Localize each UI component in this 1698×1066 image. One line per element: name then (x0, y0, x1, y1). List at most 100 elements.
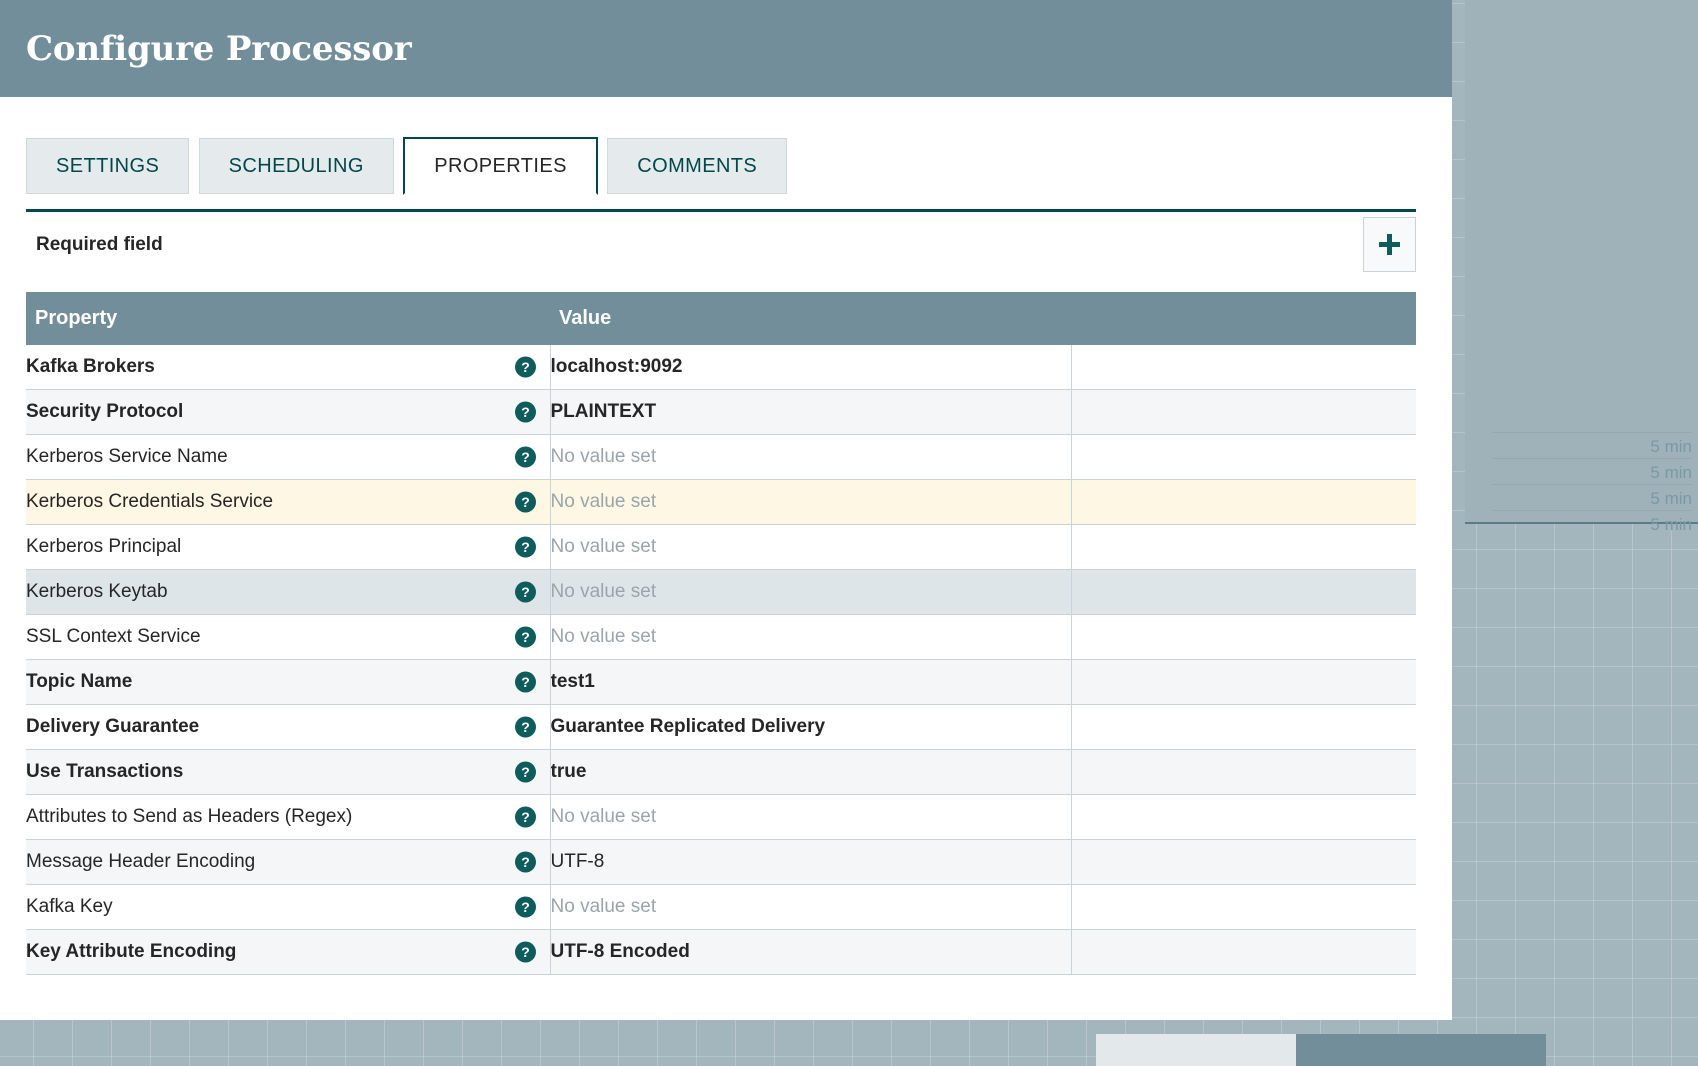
property-name-cell[interactable]: Kerberos Principal? (26, 524, 551, 570)
property-value-cell[interactable]: PLAINTEXT (550, 389, 1072, 435)
property-value-cell[interactable]: No value set (550, 614, 1072, 660)
svg-text:?: ? (521, 719, 530, 735)
plus-icon (1377, 232, 1402, 257)
help-circle-icon[interactable]: ? (514, 491, 536, 513)
property-value: No value set (550, 491, 657, 512)
property-label: Kafka Key (26, 896, 113, 917)
column-header-value[interactable]: Value (550, 292, 1071, 345)
table-row[interactable]: Attributes to Send as Headers (Regex)? No… (26, 794, 1416, 840)
help-circle-icon[interactable]: ? (514, 896, 536, 918)
tab-strip: SETTINGS SCHEDULING PROPERTIES COMMENTS (0, 137, 1452, 212)
property-label: Attributes to Send as Headers (Regex) (26, 806, 353, 827)
property-name-cell[interactable]: SSL Context Service? (26, 614, 551, 660)
property-name-cell[interactable]: Kafka Key? (26, 884, 551, 930)
property-actions-cell[interactable] (1071, 524, 1416, 570)
table-row[interactable]: Kerberos Service Name? No value set (26, 434, 1416, 480)
table-row[interactable]: Kafka Brokers? localhost:9092 (26, 345, 1416, 390)
add-property-button[interactable] (1363, 217, 1416, 272)
property-name-cell[interactable]: Use Transactions? (26, 749, 551, 795)
help-circle-icon[interactable]: ? (514, 941, 536, 963)
tab-settings[interactable]: SETTINGS (26, 138, 190, 194)
property-actions-cell[interactable] (1071, 479, 1416, 525)
property-name-cell[interactable]: Kafka Brokers? (26, 345, 551, 390)
property-value: PLAINTEXT (550, 401, 657, 422)
tab-scheduling[interactable]: SCHEDULING (198, 138, 394, 194)
property-name-cell[interactable]: Delivery Guarantee? (26, 704, 551, 750)
property-value: UTF-8 (550, 851, 605, 872)
property-name-cell[interactable]: Kerberos Service Name? (26, 434, 551, 480)
property-value: No value set (550, 446, 657, 467)
property-value-cell[interactable]: No value set (550, 794, 1072, 840)
property-value-cell[interactable]: No value set (550, 569, 1072, 615)
property-actions-cell[interactable] (1071, 345, 1416, 390)
property-value-cell[interactable]: UTF-8 (550, 839, 1072, 885)
help-circle-icon[interactable]: ? (514, 581, 536, 603)
table-row[interactable]: Message Header Encoding? UTF-8 (26, 839, 1416, 885)
svg-text:?: ? (521, 359, 530, 375)
property-name-cell[interactable]: Kerberos Keytab? (26, 569, 551, 615)
table-row[interactable]: Kafka Key? No value set (26, 884, 1416, 930)
property-value-cell[interactable]: Guarantee Replicated Delivery (550, 704, 1072, 750)
property-value: test1 (550, 671, 595, 692)
help-circle-icon[interactable]: ? (514, 446, 536, 468)
property-actions-cell[interactable] (1071, 704, 1416, 750)
property-value-cell[interactable]: No value set (550, 434, 1072, 480)
property-actions-cell[interactable] (1071, 794, 1416, 840)
property-value-cell[interactable]: localhost:9092 (550, 345, 1072, 390)
svg-text:?: ? (521, 404, 530, 420)
svg-text:?: ? (521, 494, 530, 510)
property-value-cell[interactable]: test1 (550, 659, 1072, 705)
help-circle-icon[interactable]: ? (514, 401, 536, 423)
property-name-cell[interactable]: Attributes to Send as Headers (Regex)? (26, 794, 551, 840)
configure-processor-dialog: Configure Processor SETTINGS SCHEDULING … (0, 0, 1452, 1020)
property-actions-cell[interactable] (1071, 929, 1416, 975)
table-row[interactable]: Key Attribute Encoding? UTF-8 Encoded (26, 929, 1416, 975)
property-name-cell[interactable]: Topic Name? (26, 659, 551, 705)
footer-button-primary[interactable] (1296, 1034, 1546, 1066)
help-circle-icon[interactable]: ? (514, 626, 536, 648)
tab-comments[interactable]: COMMENTS (607, 138, 788, 194)
property-actions-cell[interactable] (1071, 389, 1416, 435)
property-name-cell[interactable]: Security Protocol? (26, 389, 551, 435)
footer-button-secondary[interactable] (1096, 1034, 1296, 1066)
help-circle-icon[interactable]: ? (514, 851, 536, 873)
help-circle-icon[interactable]: ? (514, 716, 536, 738)
property-label: Kerberos Credentials Service (26, 491, 274, 512)
property-value-cell[interactable]: No value set (550, 524, 1072, 570)
help-circle-icon[interactable]: ? (514, 356, 536, 378)
property-name-cell[interactable]: Kerberos Credentials Service? (26, 479, 551, 525)
table-row[interactable]: Kerberos Credentials Service? No value se… (26, 479, 1416, 525)
property-name-cell[interactable]: Key Attribute Encoding? (26, 929, 551, 975)
column-header-property[interactable]: Property (26, 292, 550, 345)
required-field-label: Required field (36, 234, 163, 255)
property-actions-cell[interactable] (1071, 749, 1416, 795)
property-value-cell[interactable]: No value set (550, 884, 1072, 930)
page-title: Configure Processor (26, 28, 412, 69)
background-panel-row: 5 min (1492, 458, 1692, 483)
dialog-header: Configure Processor (0, 0, 1452, 97)
table-row[interactable]: Use Transactions? true (26, 749, 1416, 795)
table-row[interactable]: Kerberos Principal? No value set (26, 524, 1416, 570)
help-circle-icon[interactable]: ? (514, 536, 536, 558)
property-actions-cell[interactable] (1071, 884, 1416, 930)
property-value-cell[interactable]: UTF-8 Encoded (550, 929, 1072, 975)
property-label: Kerberos Principal (26, 536, 182, 557)
property-name-cell[interactable]: Message Header Encoding? (26, 839, 551, 885)
property-actions-cell[interactable] (1071, 569, 1416, 615)
help-circle-icon[interactable]: ? (514, 671, 536, 693)
property-value-cell[interactable]: true (550, 749, 1072, 795)
table-row[interactable]: Kerberos Keytab? No value set (26, 569, 1416, 615)
property-value-cell[interactable]: No value set (550, 479, 1072, 525)
table-row[interactable]: Security Protocol? PLAINTEXT (26, 389, 1416, 435)
tab-properties[interactable]: PROPERTIES (403, 137, 598, 195)
property-actions-cell[interactable] (1071, 839, 1416, 885)
table-row[interactable]: Delivery Guarantee? Guarantee Replicated … (26, 704, 1416, 750)
help-circle-icon[interactable]: ? (514, 806, 536, 828)
property-actions-cell[interactable] (1071, 614, 1416, 660)
table-row[interactable]: Topic Name? test1 (26, 659, 1416, 705)
property-actions-cell[interactable] (1071, 659, 1416, 705)
help-circle-icon[interactable]: ? (514, 761, 536, 783)
property-label: SSL Context Service (26, 626, 201, 647)
table-row[interactable]: SSL Context Service? No value set (26, 614, 1416, 660)
property-actions-cell[interactable] (1071, 434, 1416, 480)
